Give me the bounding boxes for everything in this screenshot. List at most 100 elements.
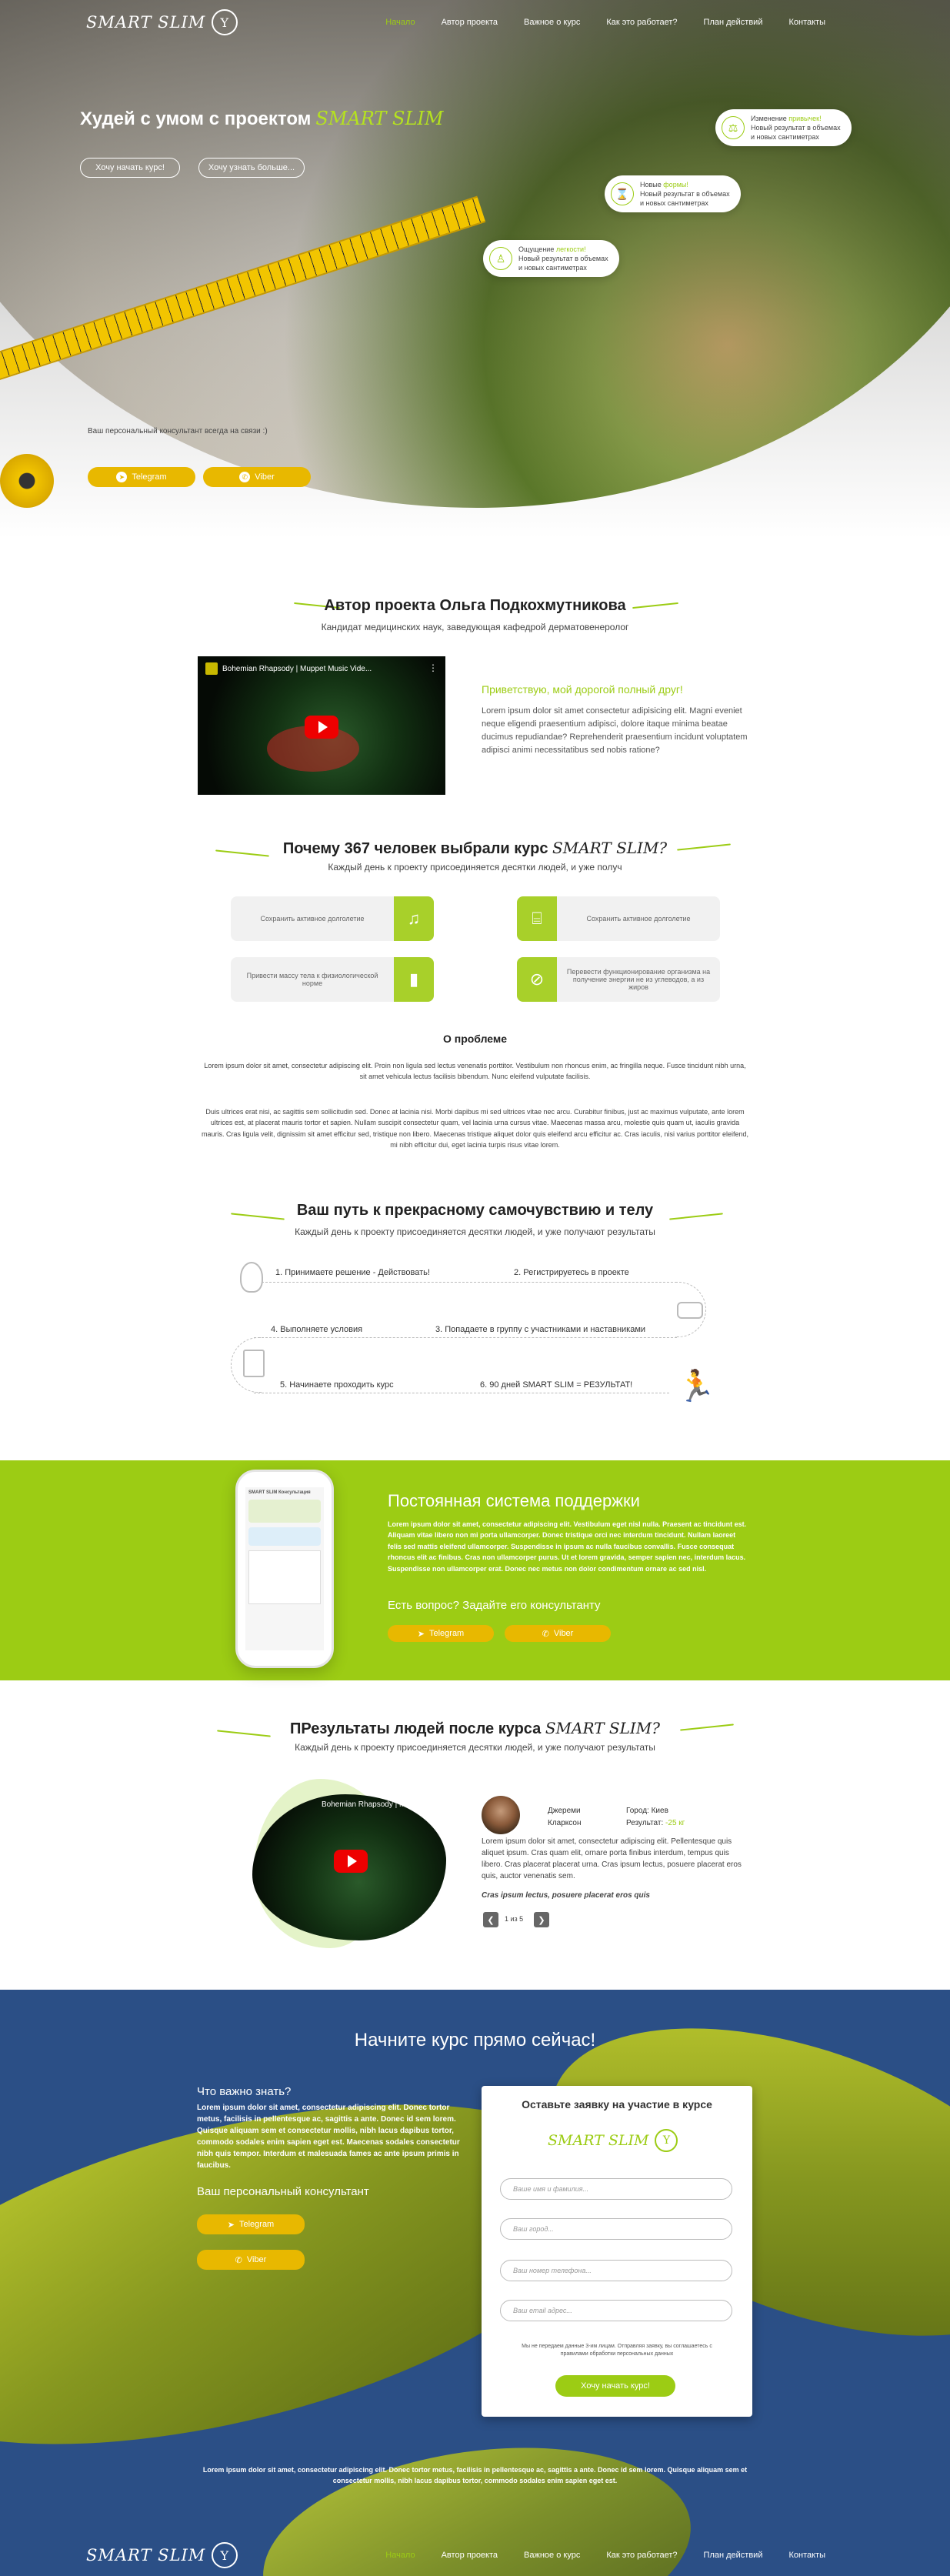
path-step-6: 6. 90 дней SMART SLIM = РЕЗУЛЬТАТ! — [480, 1380, 633, 1390]
results-title: ПРезультаты людей после курса SMART SLIM… — [290, 1719, 660, 1737]
support-viber-button[interactable]: ✆ Viber — [505, 1625, 611, 1642]
footer-nav-home[interactable]: Начало — [385, 2551, 415, 2560]
review-text: Lorem ipsum dolor sit amet, consectetur … — [482, 1837, 742, 1880]
footer-nav: SMART SLIM Y Начало Автор проекта Важное … — [0, 2536, 950, 2574]
nav-item-important[interactable]: Важное о курс — [524, 18, 580, 27]
viber-icon: ✆ — [235, 2255, 242, 2265]
path-step-4: 4. Выполняете условия — [271, 1325, 363, 1334]
hero-section: SMART SLIM Y Начало Автор проекта Важное … — [0, 0, 950, 539]
bottle-icon: ▮ — [394, 957, 434, 1002]
footer-nav-plan[interactable]: План действий — [704, 2551, 763, 2560]
author-title: Автор проекта Ольга Подкохмутникова — [324, 597, 626, 614]
checklist-icon — [243, 1350, 265, 1377]
viber-button[interactable]: ✆ Viber — [203, 467, 311, 487]
signup-form: Оставьте заявку на участие в курсе SMART… — [482, 2086, 752, 2417]
benefit-bubble-lightness: ♙ Ощущение легкости! Новый результат в об… — [483, 240, 619, 278]
top-nav: SMART SLIM Y Начало Автор проекта Важное … — [0, 3, 950, 42]
play-icon[interactable] — [305, 716, 338, 739]
nav-item-plan[interactable]: План действий — [704, 18, 763, 27]
chat-icon — [677, 1302, 703, 1319]
nav-item-home[interactable]: Начало — [385, 18, 415, 27]
logo-icon: Y — [655, 2129, 678, 2152]
email-field[interactable]: Ваш email адрес... — [500, 2300, 732, 2321]
logo-icon: Y — [212, 9, 238, 35]
why-card-4: ⊘ Перевести функционирование организма на… — [517, 957, 720, 1002]
author-subtitle: Кандидат медицинских наук, заведующая ка… — [321, 622, 629, 632]
consultant-note: Ваш персональный консультант всегда на с… — [88, 427, 268, 435]
prev-button[interactable]: ❮ — [483, 1912, 498, 1927]
support-telegram-button[interactable]: ➤ Telegram — [388, 1625, 494, 1642]
results-video-title: Bohemian Rhapsody | Muppe... — [322, 1800, 429, 1809]
nav-item-how[interactable]: Как это работает? — [606, 18, 677, 27]
phone-chat-title: SMART SLIM Консультация — [248, 1490, 311, 1495]
privacy-note: Мы не передаем данные 3-им лицам. Отправ… — [522, 2344, 712, 2357]
name-field[interactable]: Ваше имя и фамилия... — [500, 2178, 732, 2200]
start-viber-button[interactable]: ✆ Viber — [197, 2250, 305, 2270]
channel-icon — [205, 662, 218, 675]
submit-button[interactable]: Хочу начать курс! — [555, 2375, 675, 2397]
path-step-5: 5. Начинаете проходить курс — [280, 1380, 394, 1390]
start-title: Начните курс прямо сейчас! — [354, 2030, 596, 2050]
author-video[interactable]: Bohemian Rhapsody | Muppet Music Vide...… — [198, 656, 445, 795]
hero-title: Худей с умом с проектом SMART SLIM — [80, 108, 444, 129]
learn-more-button[interactable]: Хочу узнать больше... — [198, 158, 305, 178]
support-title: Постоянная система поддержки — [388, 1491, 640, 1510]
reviewer-stats: Город: Киев Результат: -25 кг — [626, 1807, 685, 1827]
problem-paragraph-1: Lorem ipsum dolor sit amet, consectetur … — [204, 1062, 746, 1081]
consult-title: Ваш персональный консультант — [197, 2185, 369, 2198]
support-section: SMART SLIM Консультация Постоянная систе… — [0, 1460, 950, 1680]
footer-nav-contacts[interactable]: Контакты — [788, 2551, 825, 2560]
nav-item-contacts[interactable]: Контакты — [788, 18, 825, 27]
start-telegram-button[interactable]: ➤ Telegram — [197, 2214, 305, 2234]
why-card-3: Привести массу тела к физиологической но… — [231, 957, 434, 1002]
viber-icon: ✆ — [239, 472, 251, 482]
waist-icon: ⌛ — [611, 182, 634, 206]
nav-item-author[interactable]: Автор проекта — [442, 18, 498, 27]
logo[interactable]: SMART SLIM Y — [86, 9, 238, 35]
results-video[interactable]: Bohemian Rhapsody | Muppe... — [252, 1794, 446, 1940]
tape-reel-image — [0, 454, 54, 508]
start-section: Начните курс прямо сейчас! Что важно зна… — [0, 1990, 950, 2576]
problem-title: О проблеме — [442, 1033, 508, 1045]
results-subtitle: Каждый день к проекту присоединяется дес… — [295, 1742, 655, 1753]
path-step-2: 2. Регистрируетесь в проекте — [514, 1268, 629, 1277]
hero-brand: SMART SLIM — [315, 108, 444, 129]
result-value: -25 кг — [665, 1819, 685, 1827]
page: SMART SLIM Y Начало Автор проекта Важное … — [0, 0, 950, 2576]
path-step-3: 3. Попадаете в группу с участниками и на… — [435, 1325, 646, 1334]
telegram-icon: ➤ — [417, 1629, 425, 1639]
problem-paragraph-2: Duis ultrices erat nisi, ac sagittis sem… — [202, 1108, 748, 1150]
phone-mockup: SMART SLIM Консультация — [235, 1470, 334, 1668]
next-button[interactable]: ❯ — [534, 1912, 549, 1927]
phone-field[interactable]: Ваш номер телефона... — [500, 2260, 732, 2281]
play-icon[interactable] — [334, 1850, 368, 1873]
footer-nav-author[interactable]: Автор проекта — [442, 2551, 498, 2560]
footer-nav-important[interactable]: Важное о курс — [524, 2551, 580, 2560]
telegram-button[interactable]: ➤ Telegram — [88, 467, 195, 487]
footer-logo[interactable]: SMART SLIM Y — [86, 2542, 238, 2568]
why-card-2: ⌸ Сохранить активное долголетие — [517, 896, 720, 941]
why-subtitle: Каждый день к проекту присоединяется дес… — [328, 862, 622, 873]
winner-icon: 🏃 — [677, 1370, 715, 1403]
author-text: Lorem ipsum dolor sit amet consectetur a… — [482, 706, 748, 756]
headphones-icon: ♫ — [394, 896, 434, 941]
logo-text: SMART SLIM — [86, 13, 206, 32]
no-carbs-icon: ⊘ — [517, 957, 557, 1002]
video-title: Bohemian Rhapsody | Muppet Music Vide... — [222, 664, 372, 673]
city-field[interactable]: Ваш город... — [500, 2218, 732, 2240]
pager: 1 из 5 — [505, 1915, 524, 1923]
form-logo: SMART SLIM Y — [548, 2129, 678, 2152]
benefit-bubble-forms: ⌛ Новые формы! Новый результат в объемах и… — [605, 175, 741, 213]
support-question: Есть вопрос? Задайте его консультанту — [388, 1599, 601, 1612]
telegram-icon: ➤ — [116, 472, 128, 482]
avatar — [482, 1796, 520, 1834]
form-title: Оставьте заявку на участие в курсе — [522, 2098, 712, 2111]
scales-icon: ⚖ — [722, 116, 745, 140]
path-title: Ваш путь к прекрасному самочувствию и те… — [296, 1202, 654, 1219]
know-title: Что важно знать? — [197, 2085, 292, 2098]
know-text: Lorem ipsum dolor sit amet, consectetur … — [197, 2104, 460, 2170]
reviewer-name: Джереми Кларксон — [548, 1807, 582, 1827]
start-course-button[interactable]: Хочу начать курс! — [80, 158, 180, 178]
why-title: Почему 367 человек выбрали курс SMART SL… — [282, 839, 668, 857]
footer-nav-how[interactable]: Как это работает? — [606, 2551, 677, 2560]
